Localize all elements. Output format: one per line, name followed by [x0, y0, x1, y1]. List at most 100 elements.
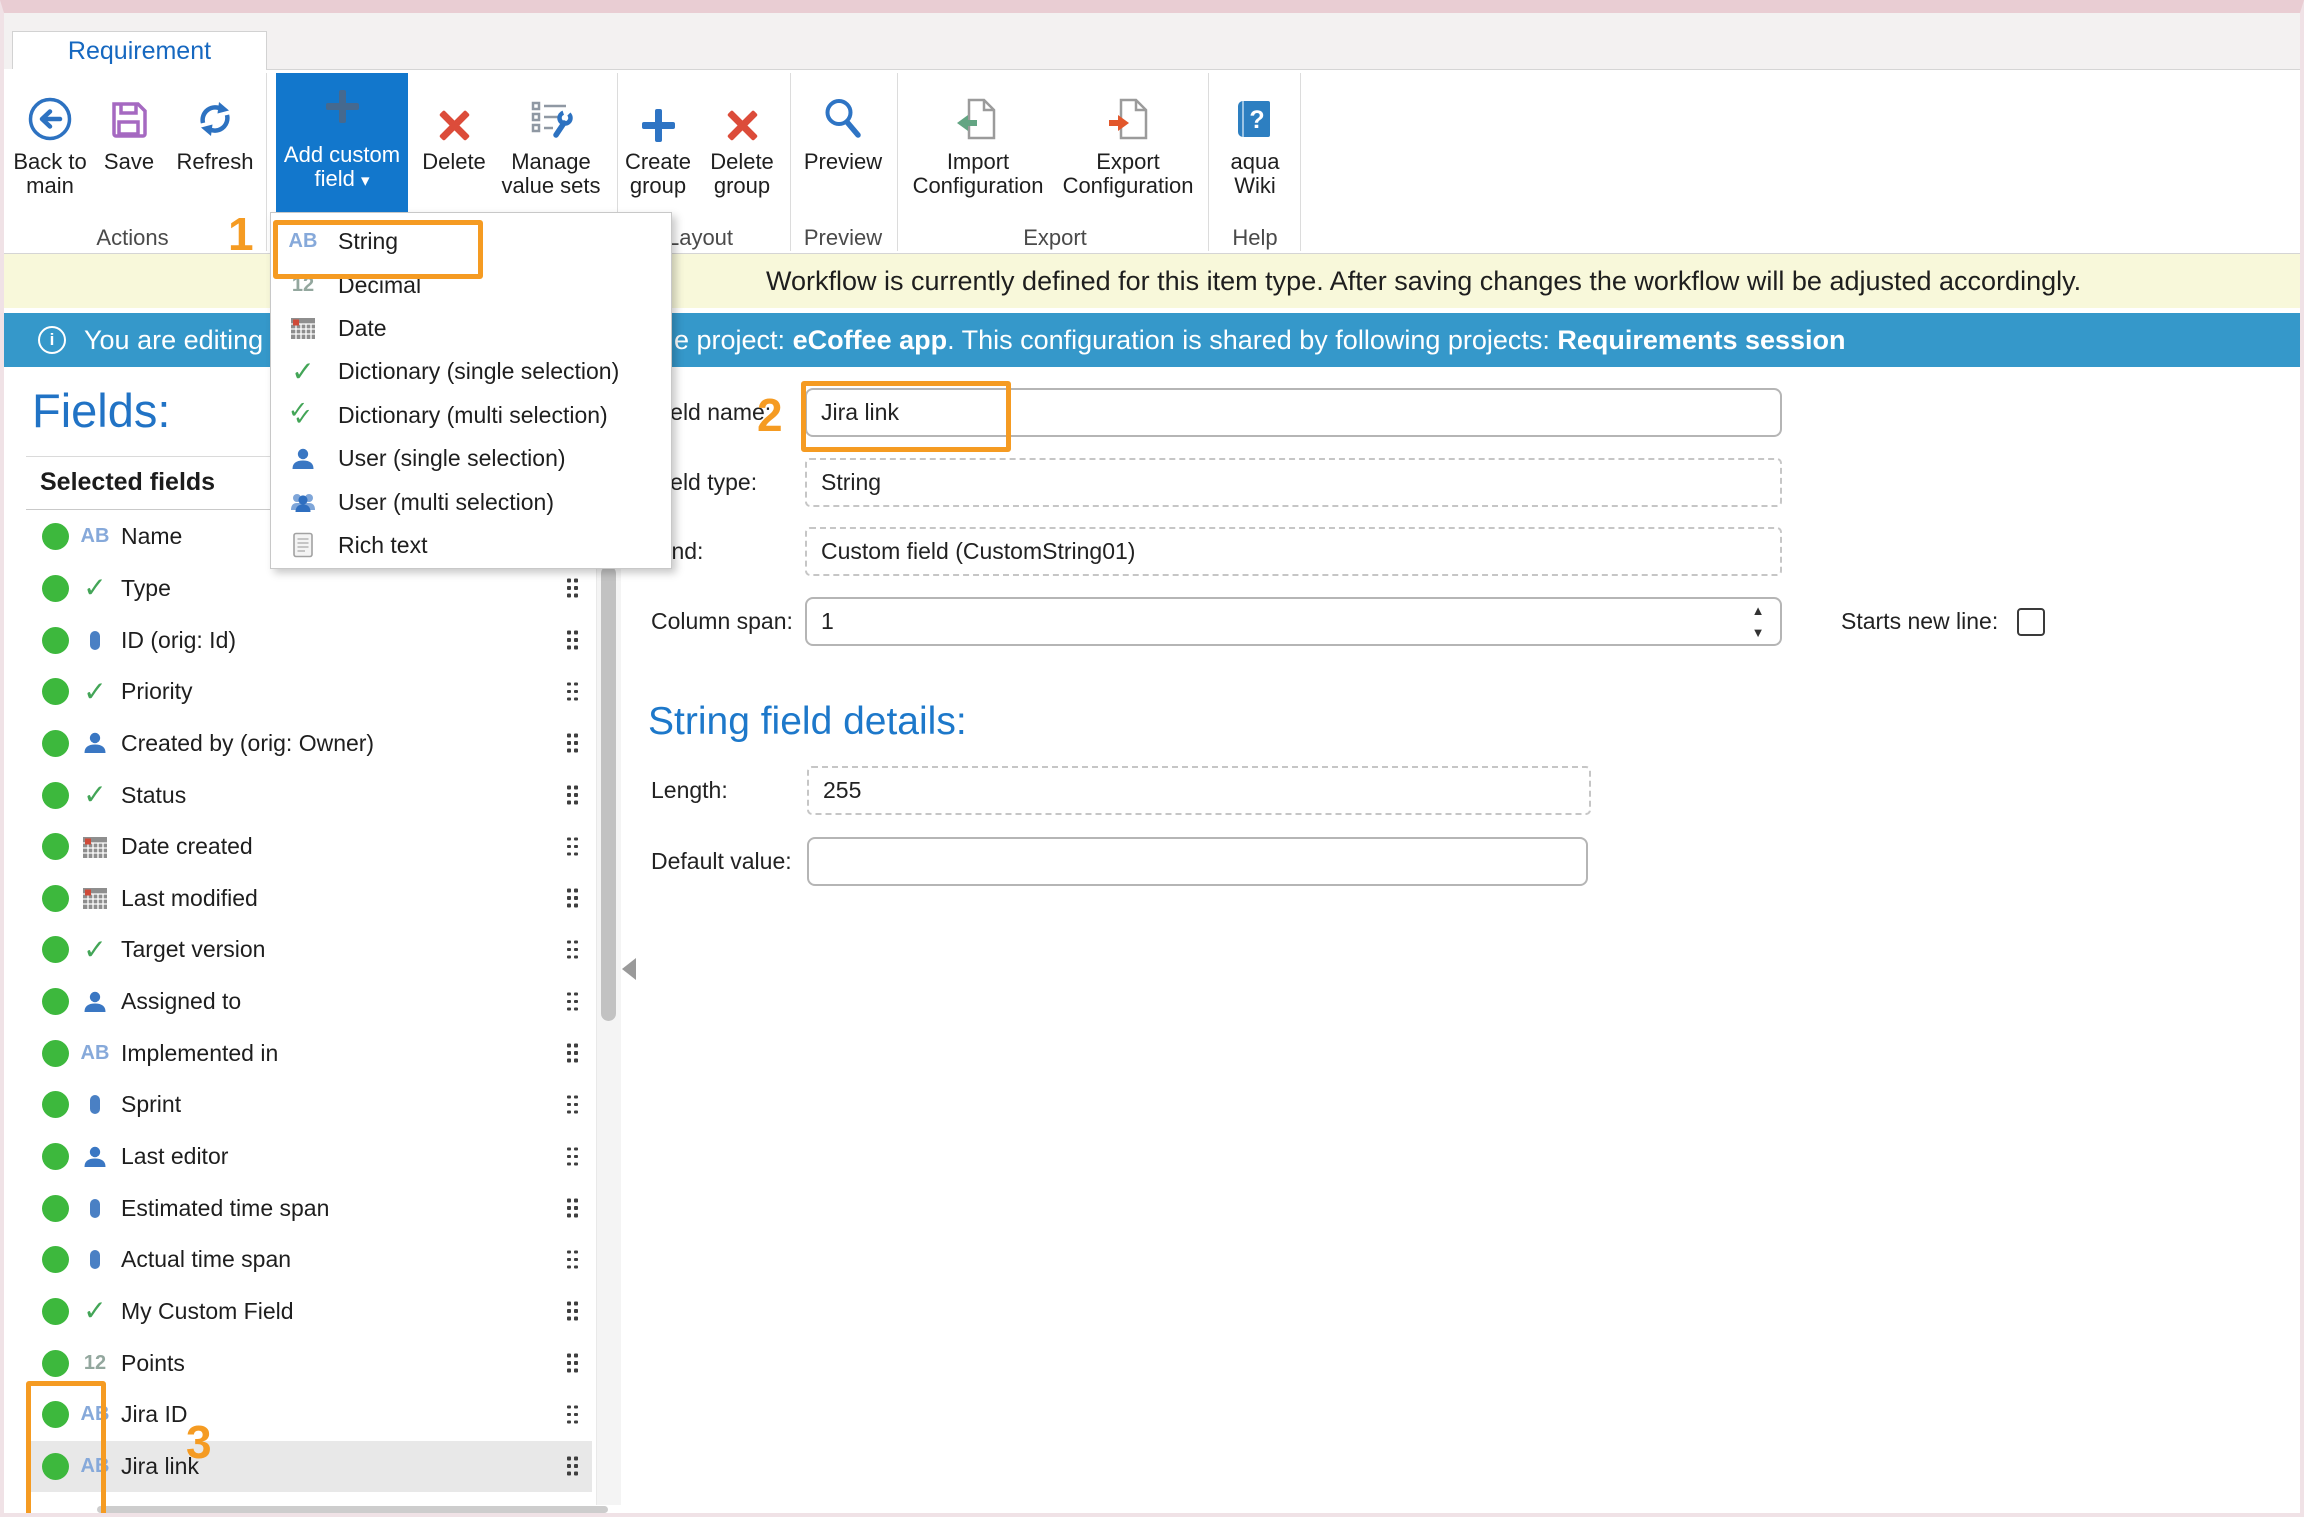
active-status-dot [42, 988, 69, 1015]
menu-item-dictionary-multi[interactable]: Dictionary (multi selection) [271, 394, 671, 437]
field-name-input[interactable] [805, 388, 1782, 437]
menu-item-dictionary-single[interactable]: Dictionary (single selection) [271, 350, 671, 393]
drag-handle[interactable] [567, 837, 578, 856]
delete-group-button[interactable]: Delete group [703, 74, 781, 216]
field-row-points[interactable]: Points [26, 1337, 592, 1389]
spinner-down-icon[interactable] [1748, 626, 1768, 640]
group-label-actions: Actions [60, 225, 205, 251]
active-status-dot [42, 1195, 69, 1222]
field-row-my-custom-field[interactable]: My Custom Field [26, 1286, 592, 1338]
drag-handle[interactable] [567, 1405, 578, 1424]
workflow-warning-text: Workflow is currently defined for this i… [766, 254, 2081, 308]
date-icon [78, 885, 112, 911]
drag-handle[interactable] [567, 1044, 578, 1063]
refresh-button[interactable]: Refresh [168, 74, 262, 216]
save-button[interactable]: Save [96, 74, 162, 216]
field-row-last-modified[interactable]: Last modified [26, 872, 592, 924]
drag-handle[interactable] [567, 1095, 578, 1114]
svg-text:?: ? [1249, 106, 1264, 134]
length-input [807, 766, 1591, 815]
project-name: eCoffee app [793, 325, 948, 355]
drag-handle[interactable] [567, 1457, 578, 1476]
field-row-last-editor[interactable]: Last editor [26, 1131, 592, 1183]
field-type-input [805, 458, 1782, 507]
menu-item-string[interactable]: String [271, 220, 671, 263]
drag-handle[interactable] [567, 940, 578, 959]
drag-handle[interactable] [567, 631, 578, 650]
string-icon [78, 1042, 112, 1065]
horizontal-scrollbar-thumb[interactable] [97, 1506, 608, 1513]
drag-handle[interactable] [567, 579, 578, 598]
import-configuration-button[interactable]: Import Configuration [902, 74, 1054, 216]
menu-item-user-single[interactable]: User (single selection) [271, 437, 671, 480]
drag-handle[interactable] [567, 1354, 578, 1373]
add-custom-field-plus-icon [326, 73, 359, 139]
drag-handle[interactable] [567, 1199, 578, 1218]
ribbon-separator [1208, 73, 1209, 251]
active-status-dot [42, 1298, 69, 1325]
spinner-up-icon[interactable] [1748, 604, 1768, 618]
delete-field-button[interactable]: Delete [412, 74, 496, 216]
info-text-segment: . This configuration is shared by follow… [947, 325, 1557, 355]
field-row-priority[interactable]: Priority [26, 666, 592, 718]
drag-handle[interactable] [567, 734, 578, 753]
drag-handle[interactable] [567, 992, 578, 1011]
drag-handle[interactable] [567, 889, 578, 908]
delete-group-x-icon [725, 74, 759, 142]
menu-item-rich-text[interactable]: Rich text [271, 524, 671, 567]
ribbon-separator [1300, 73, 1301, 251]
editing-info-text-left: You are editing [84, 313, 263, 367]
import-icon [955, 74, 1001, 142]
delete-x-icon [437, 74, 471, 142]
export-configuration-label: Export Configuration [1052, 150, 1204, 198]
starts-new-line-checkbox[interactable] [2017, 608, 2045, 636]
dictionary-icon [285, 358, 321, 386]
active-status-dot [42, 1091, 69, 1118]
field-row-date-created[interactable]: Date created [26, 821, 592, 873]
export-configuration-button[interactable]: Export Configuration [1052, 74, 1204, 216]
create-group-button[interactable]: Create group [621, 74, 695, 216]
field-row-type[interactable]: Type [26, 563, 592, 615]
active-status-dot [42, 627, 69, 654]
preview-button[interactable]: Preview [800, 74, 886, 216]
drag-handle[interactable] [567, 682, 578, 701]
active-status-dot [42, 1350, 69, 1377]
add-custom-field-button[interactable]: Add custom field ▾ [276, 73, 408, 212]
field-row-id[interactable]: ID (orig: Id) [26, 614, 592, 666]
info-text-segment: e project: [674, 325, 793, 355]
field-row-sprint[interactable]: Sprint [26, 1079, 592, 1131]
field-row-target-version[interactable]: Target version [26, 924, 592, 976]
drag-handle[interactable] [567, 786, 578, 805]
ribbon-top-border [266, 69, 2304, 70]
field-row-status[interactable]: Status [26, 769, 592, 821]
drag-handle[interactable] [567, 1250, 578, 1269]
drag-handle[interactable] [567, 1302, 578, 1321]
back-to-main-label: Back to main [8, 150, 92, 198]
number-icon [78, 631, 112, 650]
aqua-wiki-label: aqua Wiki [1215, 150, 1295, 198]
field-row-jira-link[interactable]: Jira link [26, 1441, 592, 1493]
drag-handle[interactable] [567, 1147, 578, 1166]
default-value-input[interactable] [807, 837, 1588, 886]
add-custom-field-dropdown: String Decimal Date Dictionary (single s… [270, 212, 672, 569]
decimal-icon [285, 274, 321, 297]
column-span-input[interactable] [805, 597, 1782, 646]
field-row-assigned-to[interactable]: Assigned to [26, 976, 592, 1028]
field-row-created-by[interactable]: Created by (orig: Owner) [26, 718, 592, 770]
menu-item-user-multi[interactable]: User (multi selection) [271, 480, 671, 523]
menu-item-decimal[interactable]: Decimal [271, 263, 671, 306]
add-custom-field-label: Add custom field [284, 142, 400, 191]
panel-collapse-arrow[interactable] [622, 958, 636, 980]
vertical-scrollbar-thumb[interactable] [601, 566, 616, 1021]
field-row-jira-id[interactable]: Jira ID [26, 1389, 592, 1441]
field-row-implemented-in[interactable]: Implemented in [26, 1027, 592, 1079]
menu-item-date[interactable]: Date [271, 307, 671, 350]
aqua-wiki-button[interactable]: ? aqua Wiki [1215, 74, 1295, 216]
tab-requirement[interactable]: Requirement [12, 31, 267, 71]
field-row-estimated-time-span[interactable]: Estimated time span [26, 1182, 592, 1234]
back-to-main-button[interactable]: Back to main [8, 74, 92, 216]
field-row-actual-time-span[interactable]: Actual time span [26, 1234, 592, 1286]
ribbon-separator [266, 73, 267, 251]
manage-value-sets-button[interactable]: Manage value sets [498, 74, 604, 216]
default-value-label: Default value: [651, 837, 792, 886]
